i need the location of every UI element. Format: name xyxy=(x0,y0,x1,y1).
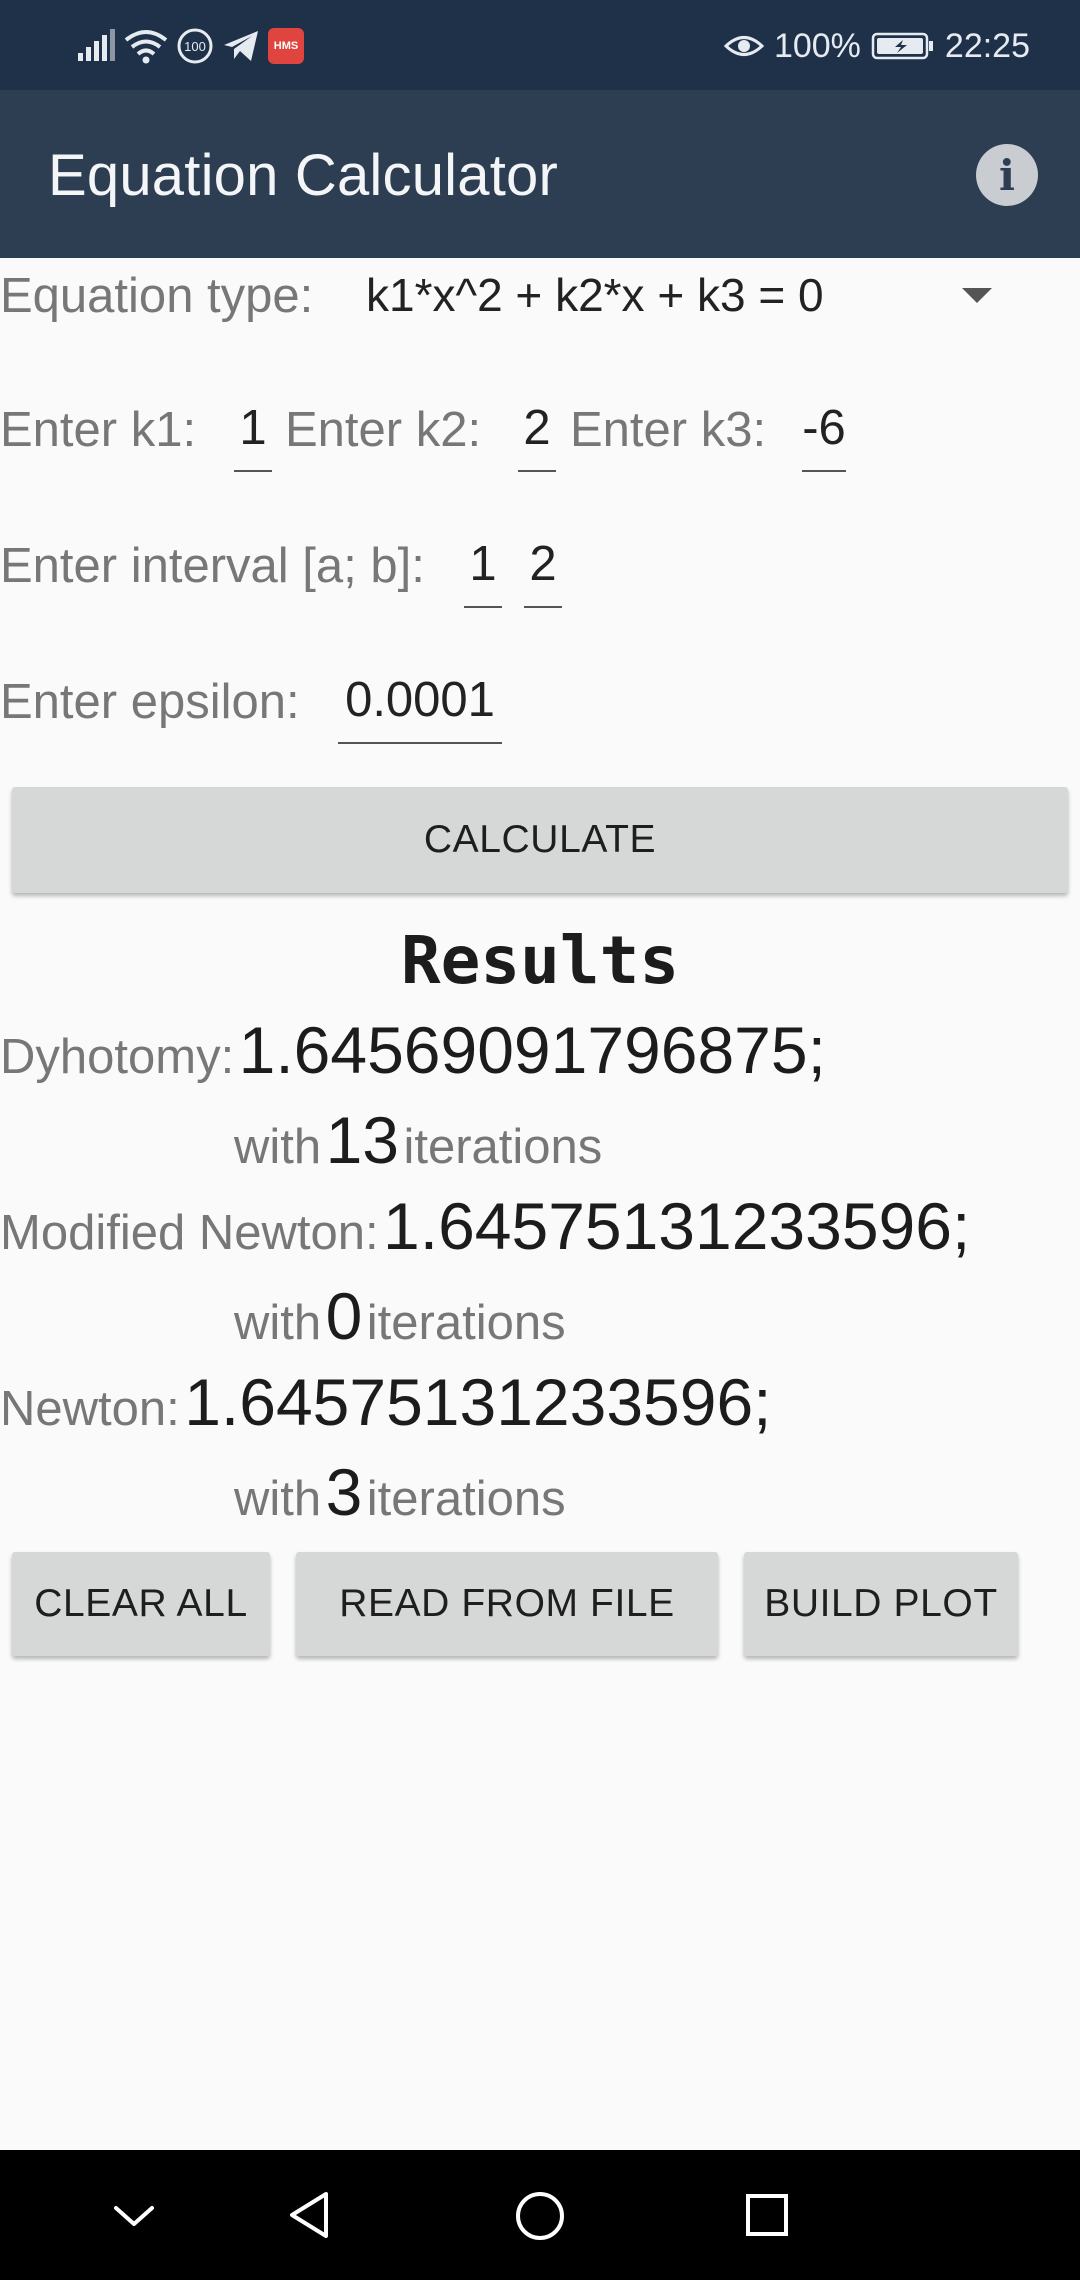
k2-label: Enter k2: xyxy=(285,403,482,457)
modified-newton-row: Modified Newton: 1.64575131233596; xyxy=(0,1188,970,1264)
epsilon-label: Enter epsilon: xyxy=(0,675,300,729)
status-bar: 100 HMS 100% 22:25 xyxy=(0,0,1080,90)
navigation-bar xyxy=(0,2150,1080,2280)
clear-all-button[interactable]: CLEAR ALL xyxy=(12,1552,270,1656)
epsilon-input[interactable]: 0.0001 xyxy=(338,672,502,744)
status-time: 22:25 xyxy=(944,26,1030,65)
status-icons-right: 100% 22:25 xyxy=(723,22,1030,70)
newton-iterations-label: iterations xyxy=(366,1472,566,1526)
read-from-file-button-label: READ FROM FILE xyxy=(339,1582,675,1625)
recents-square-icon[interactable] xyxy=(744,2192,790,2238)
modified-newton-iterations: 0 xyxy=(325,1279,363,1353)
status-icons-left: 100 HMS xyxy=(76,24,304,68)
signal-icon xyxy=(78,29,115,61)
modified-newton-with: with xyxy=(234,1296,322,1350)
newton-iterations-row: with 3 iterations xyxy=(234,1454,566,1530)
k1-input[interactable]: 1 xyxy=(234,400,272,472)
interval-label: Enter interval [a; b]: xyxy=(0,539,425,593)
newton-value: 1.64575131233596; xyxy=(184,1365,772,1439)
info-icon[interactable]: i xyxy=(976,144,1038,206)
info-glyph: i xyxy=(999,150,1015,200)
dyhotomy-row: Dyhotomy: 1.64569091796875; xyxy=(0,1012,826,1088)
dyhotomy-iterations: 13 xyxy=(325,1103,400,1177)
app-bar: Equation Calculator i xyxy=(0,90,1080,258)
calculate-button[interactable]: CALCULATE xyxy=(12,787,1068,893)
build-plot-button[interactable]: BUILD PLOT xyxy=(744,1552,1018,1656)
newton-row: Newton: 1.64575131233596; xyxy=(0,1364,771,1440)
dyhotomy-value: 1.64569091796875; xyxy=(238,1013,826,1087)
k3-input[interactable]: -6 xyxy=(802,400,846,472)
dyhotomy-label: Dyhotomy: xyxy=(0,1030,235,1084)
calculate-button-label: CALCULATE xyxy=(423,818,657,861)
equation-type-label: Equation type: xyxy=(0,269,314,323)
dyhotomy-with: with xyxy=(234,1120,322,1174)
app-title: Equation Calculator xyxy=(48,143,558,208)
interval-b-input[interactable]: 2 xyxy=(524,536,562,608)
k1-label: Enter k1: xyxy=(0,403,197,457)
modified-newton-label: Modified Newton: xyxy=(0,1206,379,1260)
data-saver-icon: 100 xyxy=(177,28,213,64)
eye-comfort-icon xyxy=(723,36,764,56)
hms-label: HMS xyxy=(273,40,299,52)
results-title: Results xyxy=(400,922,680,999)
build-plot-button-label: BUILD PLOT xyxy=(764,1582,998,1625)
newton-iterations: 3 xyxy=(325,1455,363,1529)
modified-newton-iterations-label: iterations xyxy=(366,1296,566,1350)
k2-input[interactable]: 2 xyxy=(518,400,556,472)
k3-label: Enter k3: xyxy=(570,403,767,457)
home-circle-icon[interactable] xyxy=(514,2190,566,2242)
back-triangle-icon[interactable] xyxy=(286,2190,332,2240)
interval-a-input[interactable]: 1 xyxy=(464,536,502,608)
wifi-icon xyxy=(124,30,168,64)
telegram-icon xyxy=(224,31,258,61)
battery-percent: 100% xyxy=(773,26,861,65)
read-from-file-button[interactable]: READ FROM FILE xyxy=(296,1552,718,1656)
speed-label: 100 xyxy=(184,39,206,54)
dyhotomy-iterations-label: iterations xyxy=(403,1120,603,1174)
modified-newton-value: 1.64575131233596; xyxy=(383,1189,971,1263)
equation-type-select[interactable]: k1*x^2 + k2*x + k3 = 0 xyxy=(366,268,824,322)
battery-icon xyxy=(871,32,933,60)
newton-label: Newton: xyxy=(0,1382,180,1436)
back-chevron-icon[interactable] xyxy=(112,2202,156,2230)
modified-newton-iterations-row: with 0 iterations xyxy=(234,1278,566,1354)
newton-with: with xyxy=(234,1472,322,1526)
clear-all-button-label: CLEAR ALL xyxy=(34,1582,248,1625)
dyhotomy-iterations-row: with 13 iterations xyxy=(234,1102,602,1178)
hms-app-icon: HMS xyxy=(268,28,304,64)
chevron-down-icon[interactable] xyxy=(962,288,992,303)
